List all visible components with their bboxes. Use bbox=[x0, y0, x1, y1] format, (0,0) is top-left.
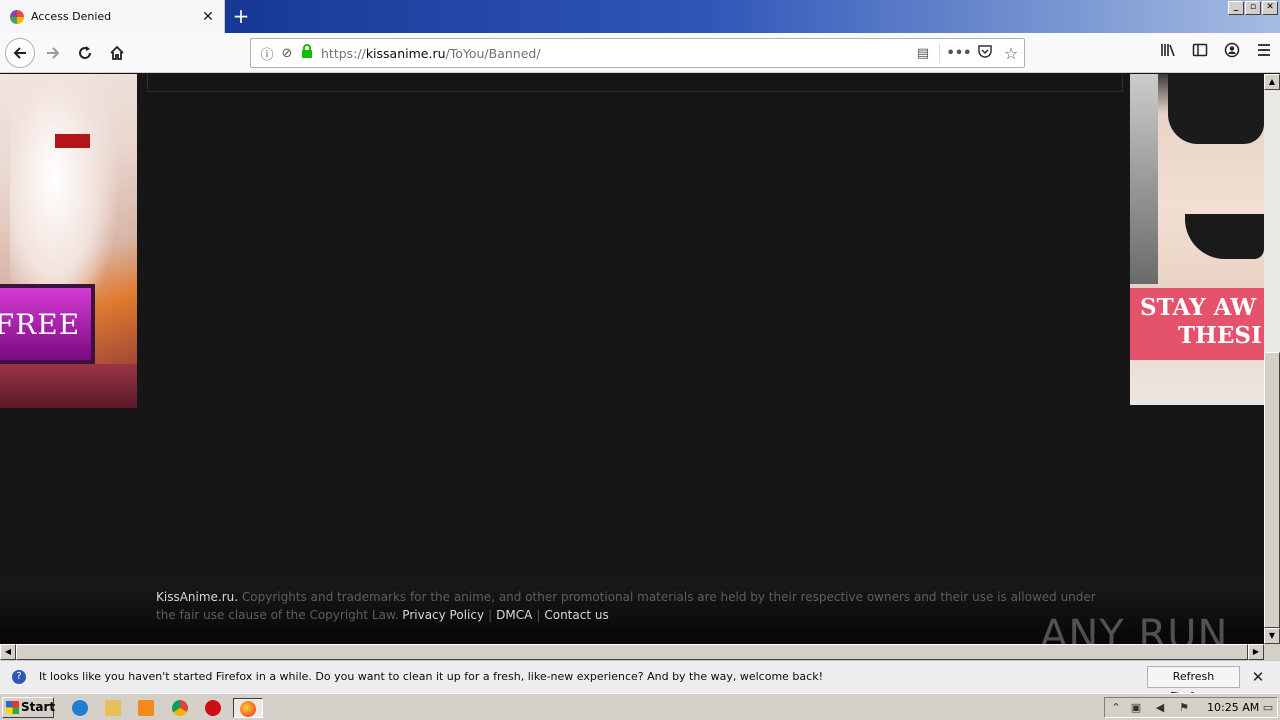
address-bar[interactable]: ⓘ ⊘ https://kissanime.ru/ToYou/Banned/ ▤… bbox=[250, 38, 1025, 68]
privacy-policy-link[interactable]: Privacy Policy bbox=[402, 608, 484, 622]
menu-hamburger-icon[interactable] bbox=[1248, 39, 1280, 67]
footer-copyright: Copyrights and trademarks for the anime,… bbox=[156, 590, 1096, 622]
network-icon[interactable]: ▣ bbox=[1129, 701, 1143, 715]
tab-title: Access Denied bbox=[31, 10, 112, 23]
left-ad-banner[interactable]: FREE bbox=[0, 74, 137, 408]
bookmark-star-icon[interactable]: ☆ bbox=[998, 44, 1024, 63]
browser-tab[interactable]: Access Denied ✕ bbox=[0, 0, 225, 33]
lock-icon[interactable] bbox=[297, 44, 317, 62]
title-bar: Access Denied ✕ + _ ▫ ✕ bbox=[0, 0, 1280, 33]
footer-brand[interactable]: KissAnime.ru. bbox=[156, 590, 238, 604]
sidebar-icon[interactable] bbox=[1184, 39, 1216, 67]
tray-expand-icon[interactable]: ⌃ bbox=[1109, 701, 1123, 715]
account-icon[interactable] bbox=[1216, 39, 1248, 67]
window-controls: _ ▫ ✕ bbox=[1228, 1, 1278, 15]
firefox-taskbar-icon[interactable] bbox=[233, 698, 263, 718]
refresh-firefox-button[interactable]: Refresh Firefox... bbox=[1147, 666, 1240, 703]
forward-button[interactable] bbox=[39, 39, 67, 67]
back-button[interactable] bbox=[5, 38, 35, 68]
ad-slogan: STAY AW THESI bbox=[1130, 288, 1264, 360]
contact-us-link[interactable]: Contact us bbox=[544, 608, 608, 622]
question-icon: ? bbox=[12, 670, 26, 684]
tracking-protection-icon[interactable]: ⊘ bbox=[277, 46, 297, 61]
reader-view-icon[interactable]: ▤ bbox=[913, 46, 933, 61]
dmca-link[interactable]: DMCA bbox=[496, 608, 532, 622]
page-content: FREE STAY AW THESI KissAnime.ru. Copyrig… bbox=[0, 74, 1264, 644]
chrome-taskbar-icon[interactable] bbox=[169, 698, 191, 718]
vertical-scroll-thumb[interactable] bbox=[1264, 352, 1280, 628]
action-center-flag-icon[interactable]: ⚑ bbox=[1177, 701, 1191, 715]
minimize-button[interactable]: _ bbox=[1228, 1, 1244, 15]
scroll-left-arrow-icon[interactable]: ◀ bbox=[0, 644, 16, 660]
arrow-right-icon bbox=[47, 47, 60, 59]
ad-background bbox=[0, 364, 137, 408]
page-actions-icon[interactable]: ••• bbox=[946, 46, 972, 61]
arrow-left-icon bbox=[13, 47, 26, 59]
navigation-toolbar: ⓘ ⊘ https://kissanime.ru/ToYou/Banned/ ▤… bbox=[0, 33, 1280, 73]
ad-slogan-line-1: STAY AW bbox=[1140, 294, 1257, 321]
ad-clothing-bottom bbox=[1185, 214, 1264, 259]
info-icon[interactable]: ⓘ bbox=[257, 44, 277, 63]
reload-icon bbox=[79, 46, 91, 59]
footer-text: KissAnime.ru. Copyrights and trademarks … bbox=[156, 588, 1116, 624]
content-box bbox=[147, 74, 1123, 92]
scroll-up-arrow-icon[interactable]: ▲ bbox=[1264, 74, 1280, 90]
restore-button[interactable]: ▫ bbox=[1245, 1, 1261, 15]
reload-button[interactable] bbox=[71, 39, 99, 67]
ie-taskbar-icon[interactable] bbox=[69, 698, 91, 718]
clock[interactable]: 10:25 AM bbox=[1207, 701, 1259, 714]
scrollbar-corner bbox=[1264, 644, 1280, 660]
pocket-icon[interactable] bbox=[972, 44, 998, 62]
ad-ribbon bbox=[55, 134, 90, 148]
horizontal-scrollbar[interactable]: ◀ ▶ bbox=[0, 644, 1264, 660]
home-icon bbox=[110, 45, 124, 60]
windows-taskbar: Start ⌃ ▣ ◀ ⚑ 10:25 AM ▭ bbox=[0, 693, 1280, 720]
site-favicon-icon bbox=[10, 9, 24, 24]
horizontal-scroll-thumb[interactable] bbox=[16, 644, 1248, 660]
ad-slogan-line-2: THESI bbox=[1178, 322, 1262, 349]
scroll-down-arrow-icon[interactable]: ▼ bbox=[1264, 628, 1280, 644]
ad-free-badge: FREE bbox=[0, 284, 95, 364]
notification-bar: ? It looks like you haven't started Fire… bbox=[0, 660, 1280, 703]
ad-clothing-top bbox=[1168, 74, 1264, 144]
new-tab-button[interactable]: + bbox=[229, 4, 253, 28]
notification-close-icon[interactable]: ✕ bbox=[1250, 667, 1266, 687]
opera-taskbar-icon[interactable] bbox=[202, 698, 224, 718]
volume-icon[interactable]: ◀ bbox=[1153, 701, 1167, 715]
toolbar-right bbox=[1152, 39, 1280, 67]
footer-separator: | bbox=[488, 608, 493, 622]
system-tray: ⌃ ▣ ◀ ⚑ 10:25 AM ▭ bbox=[1104, 697, 1278, 718]
show-desktop-icon[interactable]: ▭ bbox=[1261, 701, 1275, 715]
media-player-taskbar-icon[interactable] bbox=[135, 698, 157, 718]
home-button[interactable] bbox=[103, 39, 131, 67]
right-ad-banner[interactable]: STAY AW THESI bbox=[1130, 74, 1264, 405]
start-button[interactable]: Start bbox=[2, 697, 56, 718]
library-icon[interactable] bbox=[1152, 39, 1184, 67]
notification-message: It looks like you haven't started Firefo… bbox=[39, 670, 823, 683]
tab-close-icon[interactable]: ✕ bbox=[200, 9, 216, 25]
window-close-button[interactable]: ✕ bbox=[1262, 1, 1278, 15]
explorer-taskbar-icon[interactable] bbox=[102, 698, 124, 718]
windows-logo-icon bbox=[6, 701, 19, 714]
ad-hair bbox=[1130, 74, 1158, 284]
vertical-scrollbar[interactable]: ▲ ▼ bbox=[1264, 74, 1280, 644]
scroll-right-arrow-icon[interactable]: ▶ bbox=[1248, 644, 1264, 660]
start-label: Start bbox=[21, 700, 56, 714]
footer-separator: | bbox=[536, 608, 541, 622]
url-text[interactable]: https://kissanime.ru/ToYou/Banned/ bbox=[321, 46, 913, 61]
url-separator bbox=[939, 43, 940, 63]
